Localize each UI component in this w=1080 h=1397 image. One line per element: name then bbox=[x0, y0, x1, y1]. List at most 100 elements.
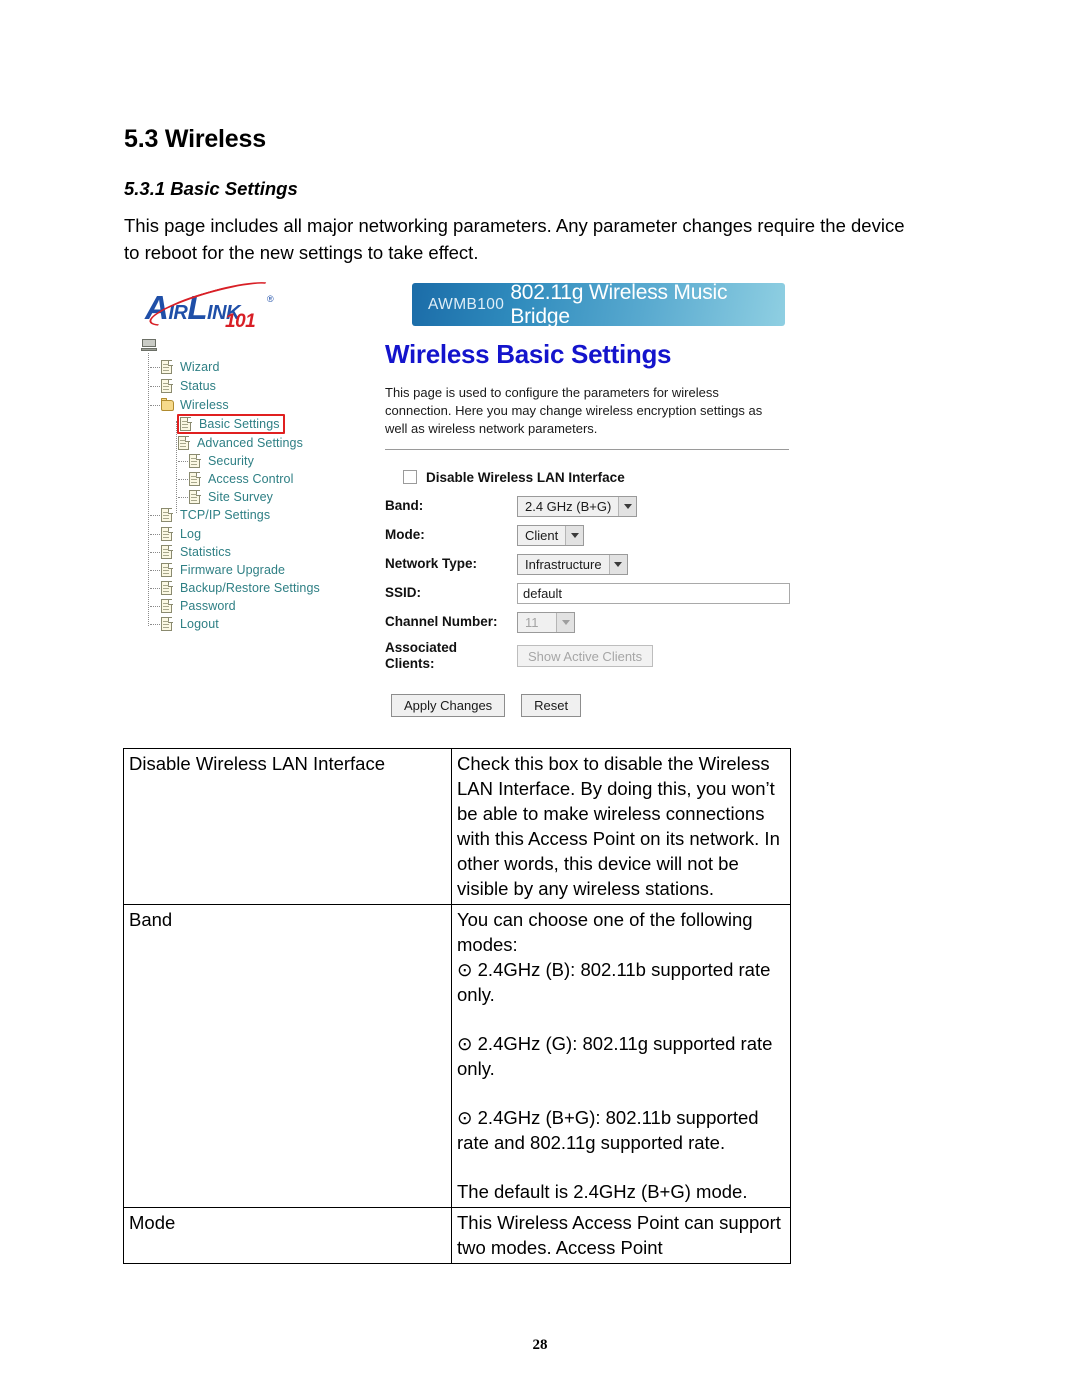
chevron-down-icon bbox=[556, 612, 574, 632]
associated-clients-label: Associated Clients: bbox=[385, 640, 517, 672]
table-cell-term: Mode bbox=[123, 1207, 452, 1264]
sidebar-item-label: Advanced Settings bbox=[197, 436, 303, 450]
network-type-select[interactable]: Infrastructure bbox=[517, 553, 628, 575]
ssid-row: SSID: default bbox=[385, 582, 790, 604]
sidebar-item-basic-settings[interactable]: Basic Settings bbox=[177, 414, 285, 434]
tree-dash-icon bbox=[150, 385, 160, 387]
show-active-clients-button[interactable]: Show Active Clients bbox=[517, 645, 654, 667]
associated-clients-label-line1: Associated bbox=[385, 640, 458, 655]
banner-title-text: 802.11g Wireless Music Bridge bbox=[510, 280, 728, 328]
table-row: Disable Wireless LAN Interface Check thi… bbox=[123, 748, 791, 905]
tree-dash-icon bbox=[178, 478, 188, 480]
tree-dash-icon bbox=[150, 551, 160, 553]
sidebar-item-wireless[interactable]: Wireless bbox=[150, 396, 229, 414]
sidebar-item-label: Wizard bbox=[180, 360, 220, 374]
page-icon bbox=[161, 598, 174, 614]
registered-mark-icon: ® bbox=[267, 294, 274, 304]
page-icon bbox=[161, 359, 174, 375]
band-value: 2.4 GHz (B+G) bbox=[525, 498, 612, 514]
tree-dash-icon bbox=[150, 605, 160, 607]
sidebar-item-label: Log bbox=[180, 527, 202, 541]
table-cell-term: Disable Wireless LAN Interface bbox=[123, 748, 452, 905]
document-page: 5.3 Wireless 5.3.1 Basic Settings This p… bbox=[0, 0, 1080, 1397]
sidebar-item-label: Basic Settings bbox=[199, 417, 280, 431]
settings-description-table: Disable Wireless LAN Interface Check thi… bbox=[123, 748, 791, 1264]
channel-number-select[interactable]: 11 bbox=[517, 611, 575, 633]
sidebar-item-wizard[interactable]: Wizard bbox=[150, 358, 220, 376]
sidebar-item-status[interactable]: Status bbox=[150, 377, 216, 395]
sidebar-item-tcpip-settings[interactable]: TCP/IP Settings bbox=[150, 506, 270, 524]
logo-101-text: 101 bbox=[225, 311, 256, 332]
tree-dash-icon bbox=[178, 496, 188, 498]
sidebar-item-label: Firmware Upgrade bbox=[180, 563, 286, 577]
band-label: Band: bbox=[385, 498, 424, 513]
band-select[interactable]: 2.4 GHz (B+G) bbox=[517, 495, 638, 517]
sidebar-item-label: Statistics bbox=[180, 545, 232, 559]
sidebar-item-backup-restore-settings[interactable]: Backup/Restore Settings bbox=[150, 579, 320, 597]
network-type-label: Network Type: bbox=[385, 556, 478, 571]
page-icon bbox=[161, 507, 174, 523]
page-icon bbox=[161, 526, 174, 542]
panel-description: This page is used to configure the param… bbox=[385, 385, 763, 436]
sidebar-item-site-survey[interactable]: Site Survey bbox=[178, 488, 273, 506]
band-desc-b: ⊙ 2.4GHz (B): 802.11b supported rate onl… bbox=[457, 959, 771, 1005]
table-row: Band You can choose one of the following… bbox=[123, 904, 791, 1208]
page-number: 28 bbox=[532, 1337, 548, 1353]
disable-wireless-lan-label: Disable Wireless LAN Interface bbox=[426, 469, 625, 485]
mode-select[interactable]: Client bbox=[517, 524, 585, 546]
mode-label: Mode: bbox=[385, 527, 425, 542]
sidebar-item-label: Backup/Restore Settings bbox=[180, 581, 320, 595]
disable-wireless-lan-checkbox[interactable] bbox=[403, 470, 417, 484]
page-icon bbox=[161, 544, 174, 560]
sidebar-item-logout[interactable]: Logout bbox=[150, 615, 219, 633]
sidebar-item-label: Password bbox=[180, 599, 236, 613]
sidebar-item-access-control[interactable]: Access Control bbox=[178, 470, 293, 488]
network-type-row: Network Type: Infrastructure bbox=[385, 553, 790, 575]
apply-changes-button[interactable]: Apply Changes bbox=[391, 694, 506, 717]
sidebar-item-label: TCP/IP Settings bbox=[180, 508, 271, 522]
sidebar-item-label: Status bbox=[180, 379, 217, 393]
page-icon bbox=[189, 453, 202, 469]
sidebar-item-label: Logout bbox=[180, 617, 219, 631]
band-desc-g: ⊙ 2.4GHz (G): 802.11g supported rate onl… bbox=[457, 1033, 773, 1079]
tree-connector-line bbox=[148, 353, 149, 626]
page-icon bbox=[161, 616, 174, 632]
page-icon bbox=[189, 471, 202, 487]
panel-divider bbox=[385, 449, 789, 450]
reset-button[interactable]: Reset bbox=[521, 694, 582, 717]
folder-open-icon bbox=[161, 397, 174, 413]
band-desc-intro: You can choose one of the following mode… bbox=[457, 909, 753, 955]
table-row: Mode This Wireless Access Point can supp… bbox=[123, 1207, 791, 1264]
page-icon bbox=[161, 562, 174, 578]
form-actions: Apply Changes Reset bbox=[391, 694, 790, 717]
channel-number-value: 11 bbox=[525, 614, 539, 630]
product-banner: AWMB100 802.11g Wireless Music Bridge bbox=[412, 280, 785, 328]
table-cell-term: Band bbox=[123, 904, 452, 1208]
tree-dash-icon bbox=[150, 366, 160, 368]
tree-dash-icon bbox=[178, 460, 188, 462]
chevron-down-icon bbox=[608, 554, 627, 574]
sidebar-item-security[interactable]: Security bbox=[178, 452, 254, 470]
sidebar-item-statistics[interactable]: Statistics bbox=[150, 543, 231, 561]
associated-clients-row: Associated Clients: Show Active Clients bbox=[385, 640, 790, 672]
channel-number-row: Channel Number: 11 bbox=[385, 611, 790, 633]
router-ui-screenshot: AIRLINK ® 101 AWMB100 802.11g Wireless M… bbox=[127, 277, 792, 732]
mode-value: Client bbox=[525, 527, 559, 543]
tree-dash-icon bbox=[150, 587, 160, 589]
ssid-label: SSID: bbox=[385, 585, 422, 600]
chevron-down-icon bbox=[618, 496, 637, 516]
sidebar-item-firmware-upgrade[interactable]: Firmware Upgrade bbox=[150, 561, 285, 579]
ssid-input[interactable]: default bbox=[517, 582, 790, 604]
tree-dash-icon bbox=[150, 514, 160, 516]
page-icon bbox=[161, 580, 174, 596]
page-icon bbox=[161, 378, 174, 394]
sidebar-item-password[interactable]: Password bbox=[150, 597, 236, 615]
mode-row: Mode: Client bbox=[385, 524, 790, 546]
tree-dash-icon bbox=[150, 569, 160, 571]
sidebar-item-log[interactable]: Log bbox=[150, 525, 201, 543]
intro-paragraph: This page includes all major networking … bbox=[124, 215, 905, 263]
page-icon bbox=[189, 489, 202, 505]
sidebar-item-advanced-settings[interactable]: Advanced Settings bbox=[178, 434, 303, 452]
sidebar-item-label: Site Survey bbox=[208, 490, 274, 504]
panel-title: Wireless Basic Settings bbox=[385, 339, 672, 369]
